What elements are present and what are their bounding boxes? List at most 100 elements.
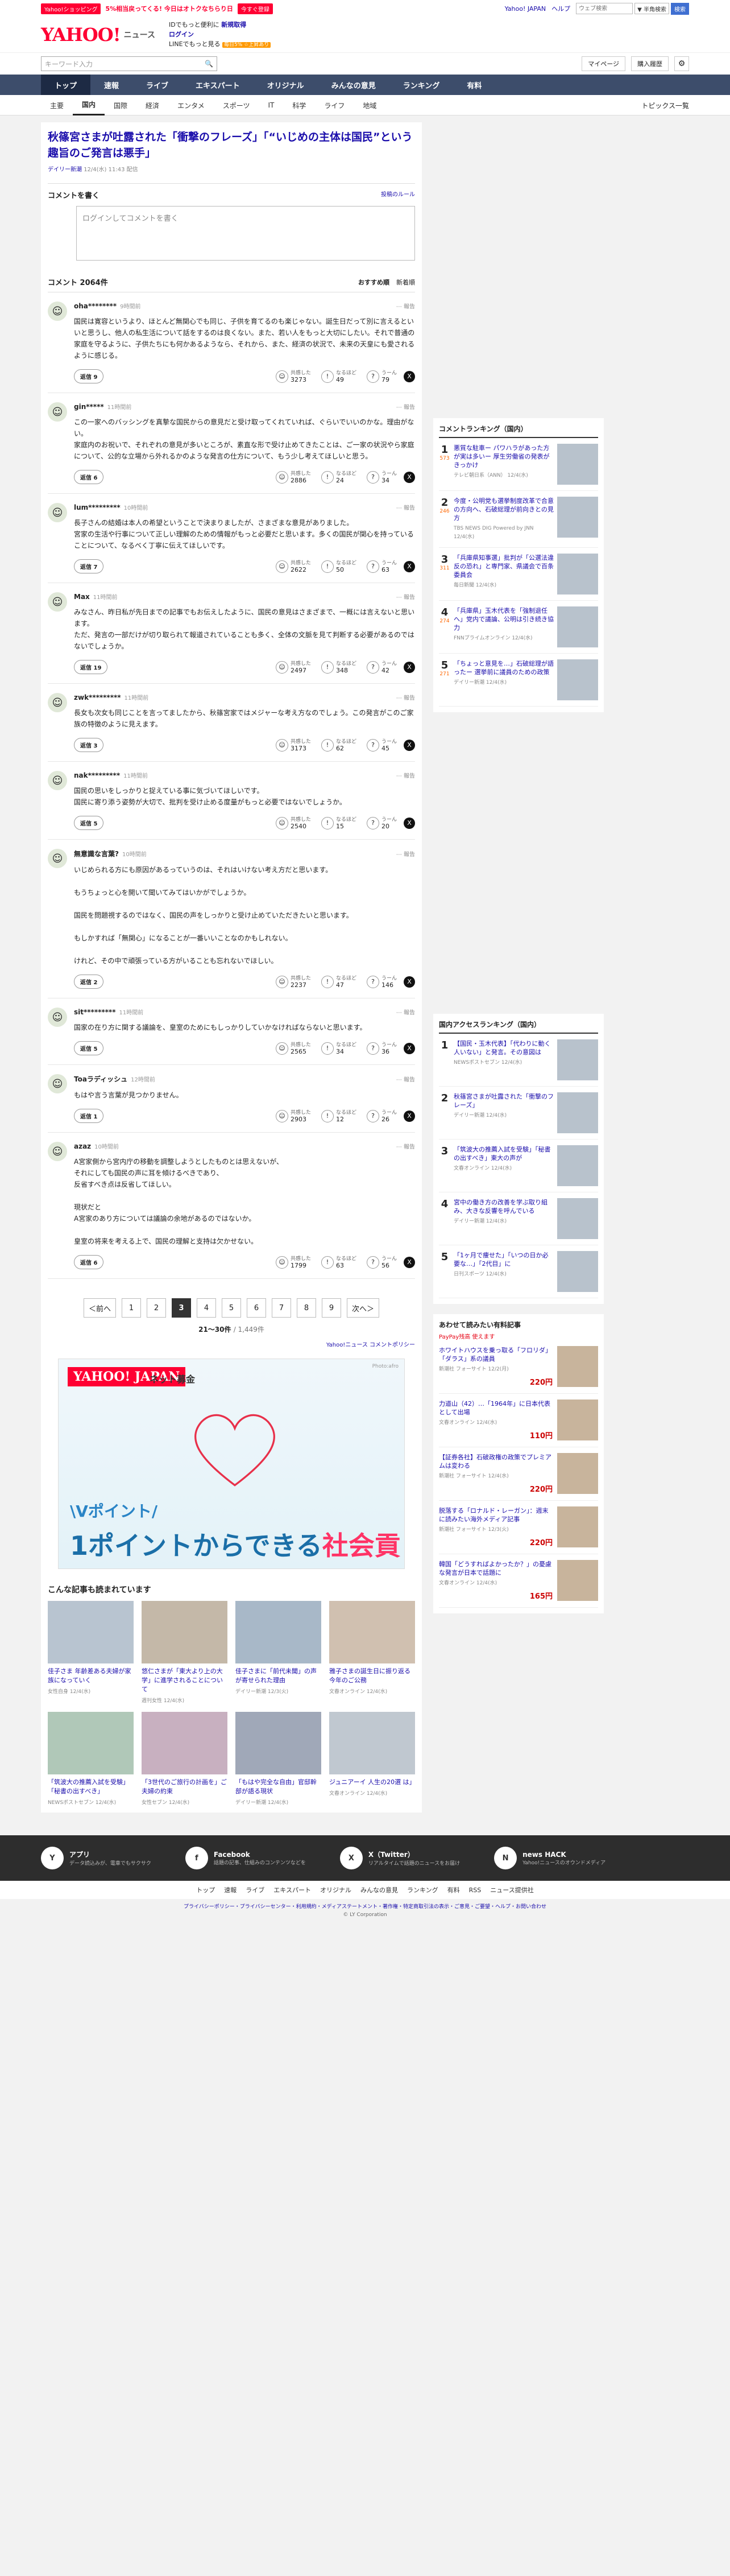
- cnav-item[interactable]: 主要: [41, 95, 73, 115]
- rank-title[interactable]: 「兵庫県知事選」批判が「公選法違反の恐れ」と専門家、県議会で百条委員会: [454, 554, 554, 579]
- donation-ad[interactable]: YAHOO! JAPAN ネット募金 Photo:afro \Vポイント/ 1ポ…: [58, 1359, 405, 1569]
- topics-list-link[interactable]: トピックス一覧: [641, 95, 689, 115]
- publisher[interactable]: デイリー新潮: [48, 167, 82, 173]
- reaction-naruhodo[interactable]: ! なるほど 50: [321, 560, 356, 573]
- gnav-item[interactable]: オリジナル: [254, 75, 318, 95]
- paid-item[interactable]: ホワイトハウスを乗っ取る「フロリダ」「ダラス」系の議員 新潮社 フォーサイト 12…: [439, 1340, 598, 1394]
- line-message[interactable]: LINEでもっと見る: [169, 40, 221, 48]
- replies-button[interactable]: 返信 6: [74, 1255, 104, 1269]
- paid-item[interactable]: 脱落する「ロナルド・レーガン」：週末に読みたい海外メディア記事 新潮社 フォーサイ…: [439, 1501, 598, 1554]
- x-share-icon[interactable]: X: [404, 739, 415, 751]
- report-link[interactable]: ⋯ 報告: [396, 1075, 415, 1083]
- article-title[interactable]: 秋篠宮さまが吐露された「衝撃のフレーズ」「“いじめの主体は国民”という趣旨のご発…: [48, 129, 415, 161]
- comment-user[interactable]: oha********: [74, 302, 117, 310]
- reaction-naruhodo[interactable]: ! なるほど 62: [321, 738, 356, 752]
- keyword-search[interactable]: キーワード入力 🔍: [41, 56, 217, 71]
- comment-user[interactable]: zwk*********: [74, 693, 121, 701]
- footer-nav-link[interactable]: ニュース提供社: [490, 1886, 533, 1894]
- search-mode-select[interactable]: ▼ 半角検索: [634, 3, 669, 14]
- reaction-empathy[interactable]: ☺ 共感した 2903: [275, 1109, 311, 1123]
- cnav-item[interactable]: ライフ: [315, 95, 354, 115]
- more-article[interactable]: 「3世代のご旅行の計画を」ご夫婦の約束 女性セブン 12/4(水): [142, 1712, 227, 1806]
- more-article[interactable]: 「筑波大の推薦入試を受験」「秘書の出すべき」 NEWSポストセブン 12/4(水): [48, 1712, 134, 1806]
- paid-title[interactable]: 韓国「どうすればよかったか？」の憂慮な発言が日本で話題に: [439, 1560, 553, 1577]
- report-link[interactable]: ⋯ 報告: [396, 592, 415, 601]
- reaction-hmm[interactable]: ? うーん 45: [366, 738, 397, 752]
- x-share-icon[interactable]: X: [404, 1256, 415, 1268]
- gnav-item[interactable]: トップ: [41, 75, 91, 95]
- yahoo-japan-link[interactable]: Yahoo! JAPAN: [505, 5, 546, 13]
- reaction-hmm[interactable]: ? うーん 26: [366, 1109, 397, 1123]
- comment-user[interactable]: sit*********: [74, 1008, 115, 1016]
- footer-app[interactable]: Y アプリ データ読込みが、電車でもサクサク: [41, 1847, 151, 1869]
- report-link[interactable]: ⋯ 報告: [396, 503, 415, 511]
- paid-item[interactable]: 力道山（42）…「1964年」に日本代表として出場 文春オンライン 12/4(水)…: [439, 1394, 598, 1447]
- reaction-empathy[interactable]: ☺ 共感した 3273: [275, 370, 311, 383]
- paid-item[interactable]: 【証券各社】石破政権の政策でプレミアムは変わる 新潮社 フォーサイト 12/4(水…: [439, 1447, 598, 1501]
- reaction-hmm[interactable]: ? うーん 42: [366, 660, 397, 674]
- rank-title[interactable]: 「兵庫県」玉木代表を「強制退任へ」党内で議論、公明は引き続き協力: [454, 606, 554, 632]
- rank-title[interactable]: 「ちょっと意見を…」石破総理が語ったー 選挙前に議員のための政策: [454, 659, 554, 676]
- access-item[interactable]: 4 宮中の働き方の改善を学ぶ取り組み、大きな反響を呼んでいる デイリー新潮 12/4…: [439, 1192, 598, 1245]
- gnav-item[interactable]: 速報: [90, 75, 132, 95]
- news-label[interactable]: ニュース: [124, 29, 155, 40]
- reaction-hmm[interactable]: ? うーん 36: [366, 1042, 397, 1055]
- footer-links[interactable]: プライバシーポリシー・プライバシーセンター・利用規約・メディアステートメント・著…: [0, 1902, 730, 1910]
- reaction-naruhodo[interactable]: ! なるほど 49: [321, 370, 356, 383]
- reaction-hmm[interactable]: ? うーん 79: [366, 370, 397, 383]
- reaction-hmm[interactable]: ? うーん 56: [366, 1256, 397, 1269]
- reaction-naruhodo[interactable]: ! なるほど 348: [321, 660, 356, 674]
- reaction-empathy[interactable]: ☺ 共感した 2886: [275, 470, 311, 484]
- footer-nav-link[interactable]: トップ: [196, 1886, 215, 1894]
- reaction-empathy[interactable]: ☺ 共感した 1799: [275, 1256, 311, 1269]
- gnav-item[interactable]: みんなの意見: [318, 75, 389, 95]
- report-link[interactable]: ⋯ 報告: [396, 1142, 415, 1150]
- comment-user[interactable]: nak*********: [74, 771, 120, 779]
- replies-button[interactable]: 返信 19: [74, 660, 108, 674]
- footer-nav-link[interactable]: 有料: [447, 1886, 460, 1894]
- more-article-title[interactable]: 「もはや完全な自由」官邸幹部が語る現状: [235, 1778, 321, 1796]
- promo-notice[interactable]: 今すぐ登録: [237, 3, 273, 14]
- reaction-naruhodo[interactable]: ! なるほど 47: [321, 975, 356, 989]
- page-button[interactable]: 8: [297, 1298, 316, 1318]
- sort-newest[interactable]: 新着順: [396, 278, 415, 287]
- more-article[interactable]: 悠仁さまが「東大より上の大学」に進学されることについて 週刊女性 12/4(水): [142, 1601, 227, 1704]
- page-button[interactable]: 4: [197, 1298, 216, 1318]
- promo-tag[interactable]: Yahoo!ショッピング: [41, 3, 101, 14]
- x-share-icon[interactable]: X: [404, 1110, 415, 1122]
- report-link[interactable]: ⋯ 報告: [396, 771, 415, 779]
- comment-policy-link[interactable]: Yahoo!ニュース コメントポリシー: [48, 1340, 415, 1348]
- page-button[interactable]: 7: [272, 1298, 291, 1318]
- replies-button[interactable]: 返信 7: [74, 559, 104, 573]
- page-button[interactable]: 9: [322, 1298, 341, 1318]
- reaction-naruhodo[interactable]: ! なるほど 24: [321, 470, 356, 484]
- gnav-item[interactable]: エキスパート: [182, 75, 254, 95]
- comment-user[interactable]: Max: [74, 593, 90, 601]
- page-button[interactable]: 3: [172, 1298, 191, 1318]
- replies-button[interactable]: 返信 1: [74, 1109, 104, 1123]
- comment-user[interactable]: Toaラディッシュ: [74, 1074, 127, 1084]
- x-share-icon[interactable]: X: [404, 370, 415, 382]
- help-link[interactable]: ヘルプ: [551, 4, 570, 13]
- x-share-icon[interactable]: X: [404, 1042, 415, 1054]
- gnav-item[interactable]: 有料: [453, 75, 495, 95]
- access-item[interactable]: 3 「筑波大の推薦入試を受験」「秘書の出すべき」東大の声が 文春オンライン 12/4…: [439, 1140, 598, 1192]
- reaction-empathy[interactable]: ☺ 共感した 3173: [275, 738, 311, 752]
- footer-app[interactable]: X X（Twitter） リアルタイムで話題のニュースをお届け: [339, 1847, 460, 1869]
- reaction-naruhodo[interactable]: ! なるほど 63: [321, 1256, 356, 1269]
- cnav-item[interactable]: IT: [259, 95, 283, 115]
- reaction-hmm[interactable]: ? うーん 34: [366, 470, 397, 484]
- more-article[interactable]: 「もはや完全な自由」官邸幹部が語る現状 デイリー新潮 12/4(水): [235, 1712, 321, 1806]
- footer-nav-link[interactable]: 速報: [224, 1886, 237, 1894]
- next-page-button[interactable]: 次へ＞: [347, 1298, 380, 1318]
- paid-title[interactable]: 力道山（42）…「1964年」に日本代表として出場: [439, 1400, 553, 1417]
- reaction-hmm[interactable]: ? うーん 20: [366, 816, 397, 830]
- gnav-item[interactable]: ライブ: [132, 75, 182, 95]
- signup-link[interactable]: 新規取得: [221, 21, 246, 28]
- cnav-item[interactable]: 地域: [354, 95, 385, 115]
- x-share-icon[interactable]: X: [404, 976, 415, 988]
- report-link[interactable]: ⋯ 報告: [396, 402, 415, 411]
- page-button[interactable]: 2: [147, 1298, 166, 1318]
- x-share-icon[interactable]: X: [404, 471, 415, 483]
- x-share-icon[interactable]: X: [404, 560, 415, 572]
